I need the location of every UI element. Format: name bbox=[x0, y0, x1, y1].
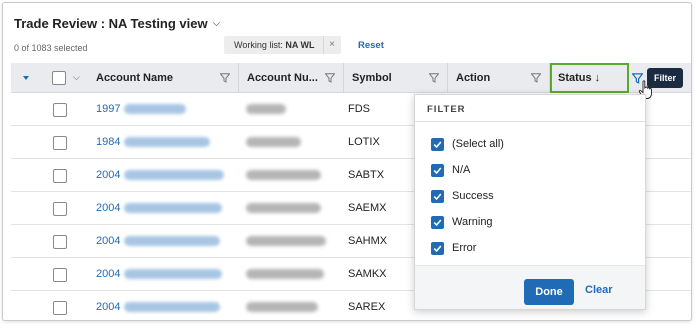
checkbox-checked-icon[interactable] bbox=[431, 163, 444, 177]
close-icon[interactable]: × bbox=[322, 36, 341, 54]
column-header-account-number[interactable]: Account Nu... bbox=[239, 63, 344, 93]
filter-option-success[interactable]: Success bbox=[431, 188, 494, 204]
row-checkbox[interactable] bbox=[53, 301, 67, 315]
symbol-cell: LOTIX bbox=[348, 136, 380, 148]
redacted-text bbox=[124, 137, 211, 147]
row-checkbox[interactable] bbox=[53, 268, 67, 282]
view-title-text: Trade Review : NA Testing view bbox=[14, 16, 208, 31]
redacted-account-number bbox=[246, 137, 301, 147]
redacted-account-number bbox=[246, 302, 318, 312]
working-list-value: NA WL bbox=[285, 40, 315, 50]
account-name-link[interactable]: 2004 bbox=[96, 169, 225, 181]
row-checkbox[interactable] bbox=[53, 235, 67, 249]
redacted-account-number bbox=[246, 236, 326, 246]
account-name-link[interactable]: 2004 bbox=[96, 235, 221, 247]
symbol-cell: SAMKX bbox=[348, 268, 387, 280]
redacted-text bbox=[124, 269, 223, 279]
symbol-cell: SABTX bbox=[348, 169, 385, 181]
checkbox-checked-icon[interactable] bbox=[431, 137, 444, 151]
filter-popup-title: FILTER bbox=[427, 104, 466, 115]
account-name-link[interactable]: 1984 bbox=[96, 136, 211, 148]
filter-funnel-icon[interactable] bbox=[220, 73, 230, 83]
redacted-account-number bbox=[246, 203, 321, 213]
checkbox-checked-icon[interactable] bbox=[431, 215, 444, 229]
working-list-chip: Working list: NA WL × bbox=[224, 36, 341, 54]
column-header-symbol[interactable]: Symbol bbox=[344, 63, 448, 93]
checkbox-checked-icon[interactable] bbox=[431, 241, 444, 255]
column-header-action[interactable]: Action bbox=[448, 63, 550, 93]
account-name-link[interactable]: 2004 bbox=[96, 268, 223, 280]
filter-popup: FILTER (Select all) N/A Success Warning … bbox=[414, 94, 646, 310]
symbol-cell: FDS bbox=[348, 103, 370, 115]
symbol-cell: SAREX bbox=[348, 301, 386, 313]
row-checkbox[interactable] bbox=[53, 136, 67, 150]
column-header-account-name[interactable]: Account Name bbox=[88, 63, 239, 93]
filter-funnel-icon[interactable] bbox=[429, 73, 439, 83]
filter-option-warning[interactable]: Warning bbox=[431, 214, 493, 230]
view-title[interactable]: Trade Review : NA Testing view ⌵ bbox=[14, 16, 220, 31]
clear-button[interactable]: Clear bbox=[585, 284, 613, 296]
trade-review-panel: Trade Review : NA Testing view ⌵ 0 of 10… bbox=[2, 2, 692, 321]
redacted-account-number bbox=[246, 104, 286, 114]
reset-link[interactable]: Reset bbox=[358, 40, 384, 51]
filter-funnel-icon[interactable] bbox=[325, 73, 335, 83]
account-name-link[interactable]: 1997 bbox=[96, 103, 187, 115]
redacted-text bbox=[124, 170, 225, 180]
row-checkbox[interactable] bbox=[53, 202, 67, 216]
redacted-account-number bbox=[246, 269, 324, 279]
selection-count: 0 of 1083 selected bbox=[14, 43, 88, 53]
checkbox-checked-icon[interactable] bbox=[431, 189, 444, 203]
redacted-text bbox=[124, 236, 221, 246]
select-all-checkbox[interactable] bbox=[52, 71, 66, 85]
working-list-label: Working list: bbox=[234, 40, 283, 50]
filter-option-error[interactable]: Error bbox=[431, 240, 476, 256]
done-button[interactable]: Done bbox=[524, 279, 574, 305]
row-checkbox[interactable] bbox=[53, 103, 67, 117]
row-checkbox[interactable] bbox=[53, 169, 67, 183]
chevron-down-icon[interactable]: ⌵ bbox=[213, 18, 221, 29]
chevron-down-icon[interactable]: ⌵ bbox=[73, 72, 80, 83]
redacted-account-number bbox=[246, 170, 321, 180]
filter-funnel-icon[interactable] bbox=[531, 73, 541, 83]
symbol-cell: SAEMX bbox=[348, 202, 387, 214]
redacted-text bbox=[124, 302, 221, 312]
redacted-text bbox=[124, 104, 187, 114]
filter-option-na[interactable]: N/A bbox=[431, 162, 470, 178]
expand-caret-icon[interactable] bbox=[23, 76, 29, 80]
redacted-text bbox=[124, 203, 223, 213]
symbol-cell: SAHMX bbox=[348, 235, 388, 247]
account-name-link[interactable]: 2004 bbox=[96, 202, 223, 214]
filter-option-select-all[interactable]: (Select all) bbox=[431, 136, 504, 152]
filter-popup-footer: Done Clear bbox=[415, 265, 645, 309]
status-column-highlight bbox=[550, 63, 629, 93]
account-name-link[interactable]: 2004 bbox=[96, 301, 221, 313]
